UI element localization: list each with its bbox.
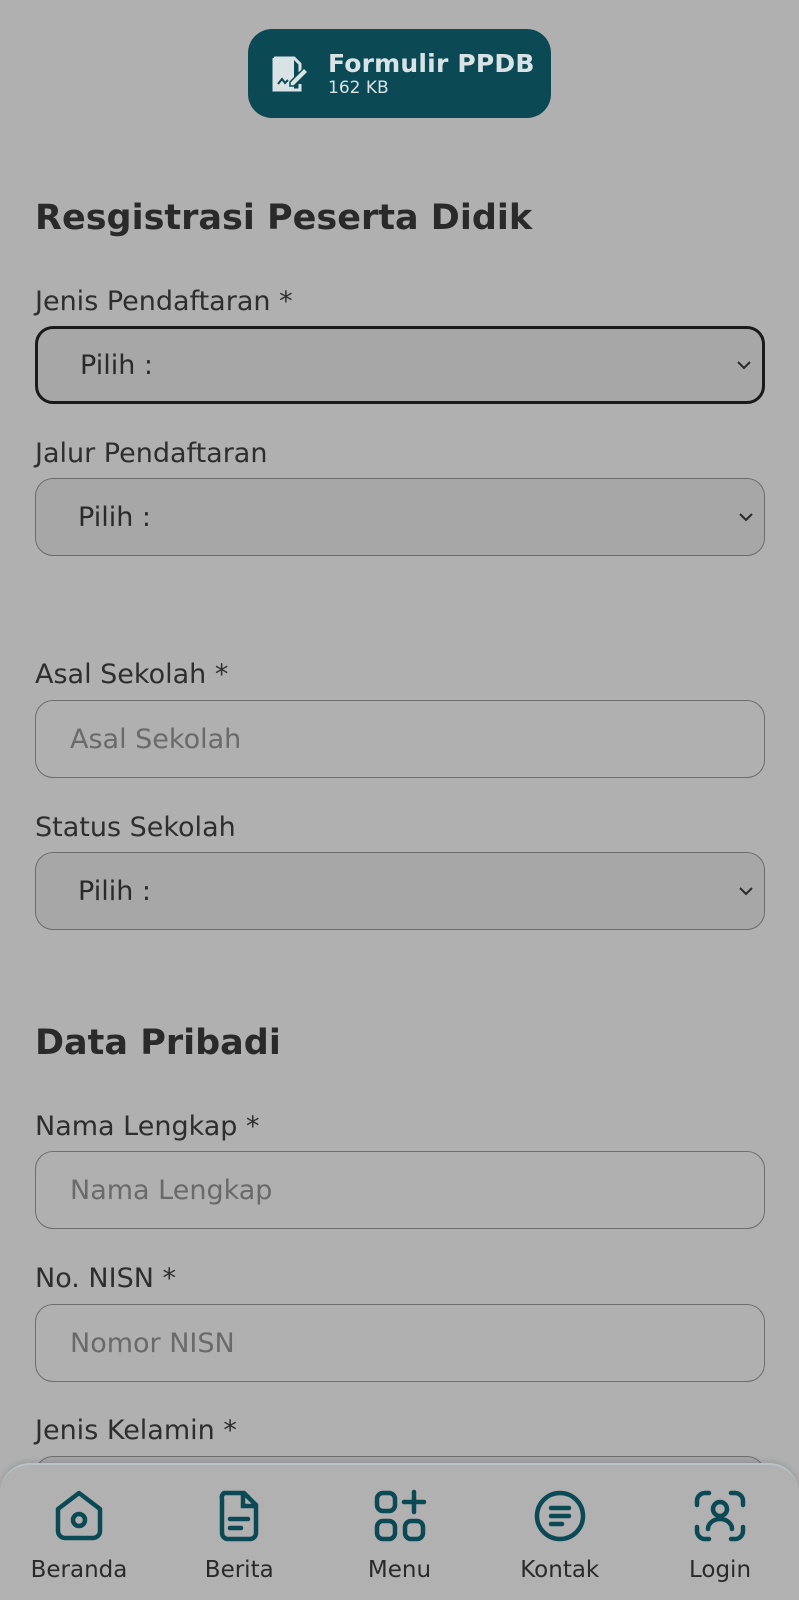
chevron-down-icon	[739, 887, 753, 896]
nav-item-menu[interactable]: Menu	[335, 1465, 465, 1600]
asal-sekolah-label: Asal Sekolah *	[35, 659, 229, 690]
nav-label-kontak: Kontak	[520, 1557, 600, 1583]
home-icon	[55, 1490, 103, 1541]
nama-lengkap-placeholder: Nama Lengkap	[70, 1174, 273, 1206]
nisn-label: No. NISN *	[35, 1263, 176, 1294]
download-form-button[interactable]: Formulir PPDB 162 KB	[248, 29, 551, 118]
jenis-pendaftaran-value: Pilih :	[80, 349, 153, 381]
download-size: 162 KB	[328, 77, 389, 98]
user-scan-icon	[694, 1490, 746, 1542]
nav-item-login[interactable]: Login	[655, 1465, 785, 1600]
nav-label-beranda: Beranda	[30, 1557, 128, 1583]
bottom-navigation: Beranda Berita Menu Kontak Login	[0, 1463, 799, 1600]
document-icon	[219, 1490, 259, 1542]
asal-sekolah-input[interactable]: Asal Sekolah	[35, 700, 765, 778]
status-sekolah-value: Pilih :	[78, 875, 151, 907]
download-title: Formulir PPDB	[328, 48, 535, 78]
registration-heading: Resgistrasi Peserta Didik	[35, 198, 533, 238]
nav-label-menu: Menu	[367, 1557, 432, 1583]
nama-lengkap-label: Nama Lengkap *	[35, 1111, 260, 1142]
nav-item-kontak[interactable]: Kontak	[495, 1465, 625, 1600]
grid-plus-icon	[374, 1489, 426, 1542]
nav-item-beranda[interactable]: Beranda	[14, 1465, 144, 1600]
status-sekolah-label: Status Sekolah	[35, 812, 236, 843]
status-sekolah-select[interactable]: Pilih :	[35, 852, 765, 930]
chevron-down-icon	[737, 361, 751, 370]
jenis-pendaftaran-select[interactable]: Pilih :	[35, 326, 765, 404]
nav-label-login: Login	[688, 1557, 752, 1583]
jenis-pendaftaran-label: Jenis Pendaftaran *	[35, 286, 293, 317]
chevron-down-icon	[739, 513, 753, 522]
jalur-pendaftaran-label: Jalur Pendaftaran	[35, 438, 268, 469]
nama-lengkap-input[interactable]: Nama Lengkap	[35, 1151, 765, 1229]
jenis-kelamin-label: Jenis Kelamin *	[35, 1415, 237, 1446]
jalur-pendaftaran-select[interactable]: Pilih :	[35, 478, 765, 556]
nisn-input[interactable]: Nomor NISN	[35, 1304, 765, 1382]
message-icon	[534, 1490, 585, 1542]
personal-data-heading: Data Pribadi	[35, 1023, 281, 1063]
jalur-pendaftaran-value: Pilih :	[78, 501, 151, 533]
nav-label-berita: Berita	[204, 1557, 274, 1583]
nav-item-berita[interactable]: Berita	[174, 1465, 304, 1600]
nisn-placeholder: Nomor NISN	[70, 1327, 235, 1359]
asal-sekolah-placeholder: Asal Sekolah	[70, 723, 242, 755]
signed-document-icon	[268, 52, 312, 96]
